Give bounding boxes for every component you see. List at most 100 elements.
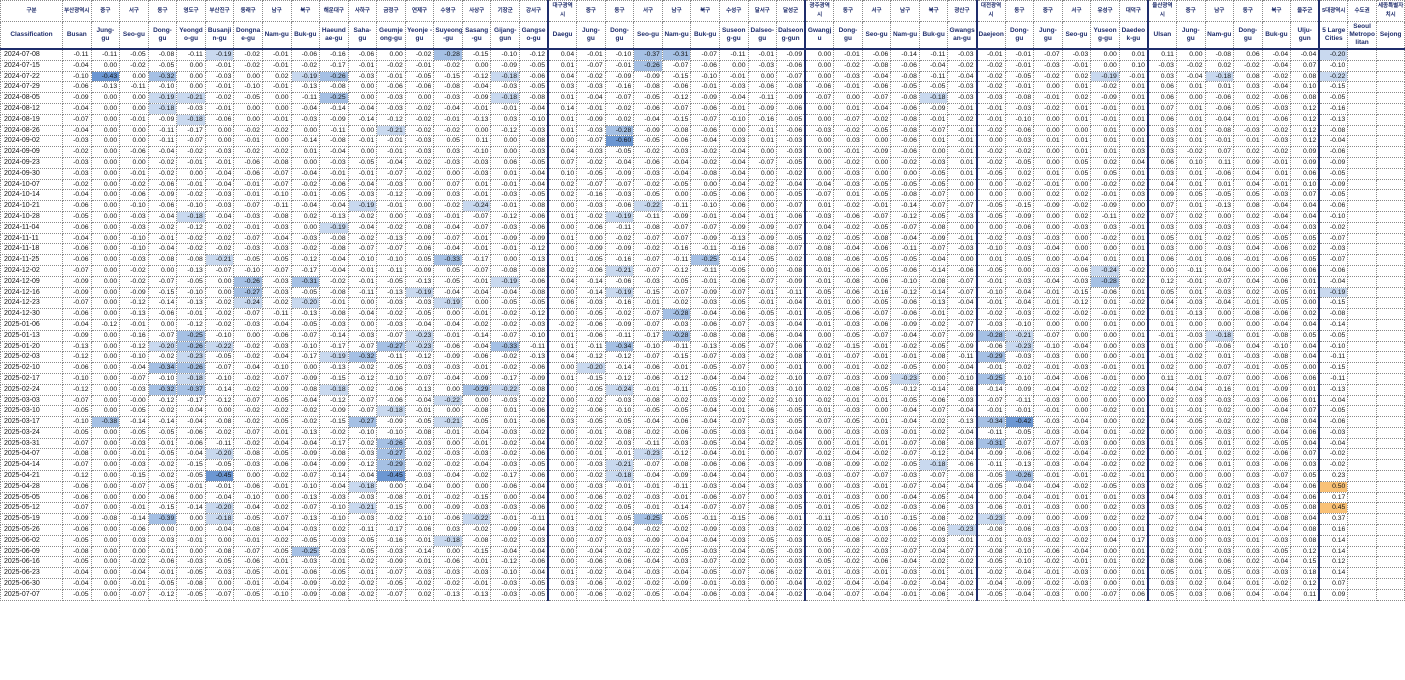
data-cell[interactable]: 0.06	[1233, 48, 1263, 61]
data-cell[interactable]: -0.07	[804, 92, 835, 104]
data-cell[interactable]: -0.02	[433, 124, 463, 137]
data-cell[interactable]: -0.04	[918, 59, 949, 72]
data-cell[interactable]: -0.02	[490, 437, 520, 450]
data-cell[interactable]: -0.01	[861, 351, 892, 364]
data-cell[interactable]: -0.28	[975, 329, 1006, 342]
data-cell[interactable]: -0.13	[461, 588, 492, 601]
data-cell[interactable]: 0.02	[1204, 59, 1235, 72]
row-date[interactable]: 2024-12-30	[0, 308, 63, 320]
data-cell[interactable]: 0.02	[1146, 459, 1177, 472]
data-cell[interactable]: 0.03	[1233, 545, 1263, 558]
data-cell[interactable]: -0.06	[576, 491, 606, 504]
data-cell[interactable]: -0.01	[490, 513, 520, 526]
data-cell[interactable]: -0.23	[176, 351, 206, 364]
data-cell[interactable]: 0.05	[1061, 156, 1092, 169]
data-cell[interactable]: -0.05	[718, 297, 749, 310]
data-cell[interactable]: -0.05	[804, 556, 835, 569]
data-cell[interactable]: -0.03	[861, 524, 892, 536]
data-cell[interactable]: -0.03	[804, 210, 835, 223]
data-cell[interactable]: -0.05	[890, 362, 920, 374]
data-cell[interactable]: -0.13	[62, 340, 92, 353]
data-cell[interactable]: -0.05	[62, 426, 92, 439]
data-cell[interactable]: -0.04	[1061, 340, 1092, 353]
data-cell[interactable]: -0.04	[718, 167, 749, 180]
data-cell[interactable]: -0.03	[776, 480, 806, 493]
data-cell[interactable]: -0.07	[147, 275, 178, 288]
data-cell[interactable]: 0.02	[1204, 448, 1235, 461]
data-cell[interactable]: -0.05	[1004, 254, 1035, 266]
data-cell[interactable]: -0.08	[947, 383, 977, 396]
data-cell[interactable]: -0.07	[604, 92, 635, 104]
data-cell[interactable]: -0.02	[1318, 221, 1349, 234]
data-cell[interactable]: 0.00	[433, 405, 463, 418]
data-cell[interactable]: 0.04	[1118, 156, 1149, 169]
data-cell[interactable]: -0.04	[861, 588, 892, 601]
data-cell[interactable]: -0.02	[633, 146, 663, 158]
data-cell[interactable]: 0.00	[1033, 221, 1063, 234]
data-cell[interactable]: 0.01	[1090, 556, 1120, 569]
data-cell[interactable]: -0.01	[890, 426, 920, 439]
data-cell[interactable]: 0.01	[1118, 545, 1149, 558]
data-cell[interactable]: -0.03	[347, 448, 378, 461]
data-cell[interactable]: -0.03	[490, 426, 520, 439]
data-cell[interactable]: -0.06	[1318, 146, 1349, 158]
data-cell[interactable]: 0.00	[233, 470, 263, 482]
data-cell[interactable]: -0.16	[747, 113, 778, 126]
data-cell[interactable]: -0.05	[861, 178, 892, 191]
data-cell[interactable]: -0.02	[1061, 383, 1092, 396]
data-cell[interactable]: -0.11	[661, 200, 692, 212]
data-cell[interactable]: -0.03	[490, 588, 520, 601]
row-date[interactable]: 2025-03-24	[0, 426, 63, 439]
data-cell[interactable]: -0.10	[947, 372, 977, 385]
data-cell[interactable]: -0.04	[718, 470, 749, 482]
data-cell[interactable]: -0.03	[1233, 124, 1263, 137]
data-cell[interactable]: 0.00	[1175, 340, 1206, 353]
data-cell[interactable]: -0.05	[1318, 189, 1349, 202]
data-cell[interactable]	[1375, 102, 1405, 115]
data-cell[interactable]: -0.11	[804, 513, 835, 526]
data-cell[interactable]: -0.08	[147, 254, 178, 266]
data-cell[interactable]: -0.01	[433, 113, 463, 126]
data-cell[interactable]: -0.19	[347, 200, 378, 212]
data-cell[interactable]: -0.02	[833, 545, 863, 558]
data-cell[interactable]: -0.02	[404, 124, 435, 137]
data-cell[interactable]: 0.05	[1146, 567, 1177, 580]
data-cell[interactable]: -0.02	[633, 426, 663, 439]
data-cell[interactable]: -0.20	[147, 340, 178, 353]
data-cell[interactable]: -0.08	[1261, 351, 1292, 364]
data-cell[interactable]: -0.31	[290, 275, 321, 288]
data-cell[interactable]: -0.01	[347, 135, 378, 148]
data-cell[interactable]: -0.25	[176, 329, 206, 342]
data-cell[interactable]: -0.05	[261, 448, 292, 461]
data-cell[interactable]: 0.00	[918, 372, 949, 385]
data-cell[interactable]: -0.06	[176, 426, 206, 439]
data-cell[interactable]: -0.04	[204, 210, 235, 223]
data-cell[interactable]: -0.06	[1061, 264, 1092, 277]
data-cell[interactable]: 0.01	[1233, 329, 1263, 342]
data-cell[interactable]: -0.04	[261, 318, 292, 331]
data-cell[interactable]: -0.05	[261, 545, 292, 558]
data-cell[interactable]: -0.06	[718, 189, 749, 202]
data-cell[interactable]: -0.02	[1061, 534, 1092, 547]
data-cell[interactable]: 0.01	[1090, 297, 1120, 310]
data-cell[interactable]: -0.28	[604, 124, 635, 137]
data-cell[interactable]: -0.03	[1004, 275, 1035, 288]
data-cell[interactable]: -0.12	[376, 113, 406, 126]
data-cell[interactable]: -0.08	[661, 459, 692, 472]
data-cell[interactable]: -0.13	[918, 297, 949, 310]
data-cell[interactable]: -0.01	[433, 426, 463, 439]
data-cell[interactable]: -0.13	[519, 351, 549, 364]
data-cell[interactable]: -0.01	[204, 156, 235, 169]
data-cell[interactable]: -0.07	[204, 362, 235, 374]
data-cell[interactable]: 0.03	[119, 534, 149, 547]
data-cell[interactable]: -0.12	[147, 394, 178, 407]
data-cell[interactable]: -0.04	[947, 70, 977, 83]
data-cell[interactable]: -0.13	[290, 491, 321, 504]
data-cell[interactable]: -0.06	[1261, 92, 1292, 104]
data-cell[interactable]: -0.05	[975, 200, 1006, 212]
data-cell[interactable]: 0.01	[1118, 567, 1149, 580]
data-cell[interactable]: 0.00	[376, 480, 406, 493]
data-cell[interactable]: -0.05	[1318, 92, 1349, 104]
data-cell[interactable]: -0.03	[633, 567, 663, 580]
data-cell[interactable]: 0.00	[90, 470, 121, 482]
